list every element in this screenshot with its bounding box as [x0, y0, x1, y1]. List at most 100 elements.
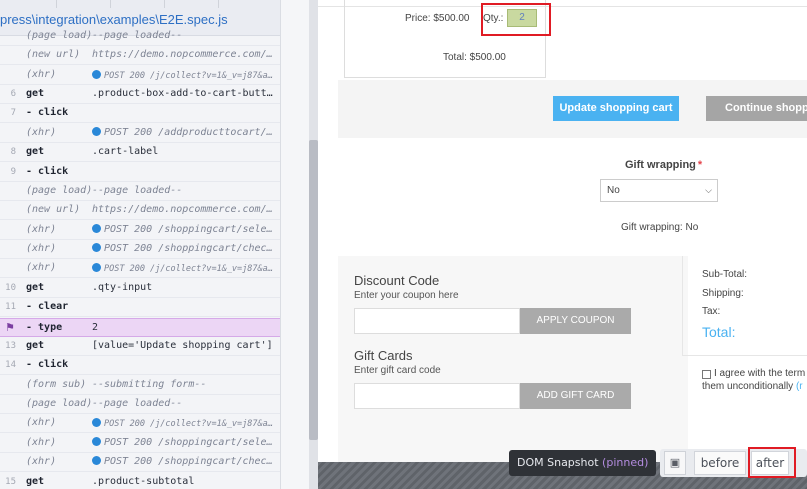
command-row[interactable]: (page load) --page loaded--: [0, 182, 280, 201]
command-row[interactable]: 13 get [value='Update shopping cart']: [0, 337, 280, 356]
command-name: (form sub): [26, 378, 87, 390]
command-name: get: [26, 281, 45, 293]
command-name: get: [26, 339, 45, 351]
snapshot-label-tip: [649, 460, 654, 470]
totals-divider: [682, 355, 807, 356]
command-row[interactable]: (xhr) POST 200 /addproducttocart/ca…: [0, 124, 280, 143]
command-message: --page loaded--: [92, 30, 182, 41]
xhr-status-dot-icon: [92, 263, 101, 273]
command-name: (page load): [26, 398, 93, 410]
command-row[interactable]: (new url) https://demo.nopcommerce.com/se…: [0, 46, 280, 66]
command-row[interactable]: 6 get .product-box-add-to-cart-button: [0, 85, 280, 105]
scrollbar-thumb[interactable]: [309, 140, 318, 440]
command-message-text: POST 200 /j/collect?v=1&_v=j87&a=3…: [104, 419, 278, 430]
command-message: .product-subtotal: [92, 476, 194, 487]
command-message-text: --submitting form--: [92, 378, 207, 390]
command-row-pinned[interactable]: ⚑ - type 2: [0, 317, 280, 337]
apply-coupon-button[interactable]: APPLY COUPON: [520, 308, 631, 334]
terms-text-continued: them unconditionally (r: [702, 381, 803, 392]
command-message: POST 200 /shoppingcart/select…: [92, 436, 278, 448]
update-cart-button[interactable]: Update shopping cart: [553, 96, 679, 121]
command-message: POST 200 /j/collect?v=1&_v=j87&a=1…: [92, 263, 278, 274]
command-name: get: [26, 475, 45, 487]
command-row[interactable]: 11 - clear: [0, 298, 280, 318]
command-row[interactable]: 15 get .product-subtotal: [0, 473, 280, 489]
snapshot-before-button[interactable]: before: [694, 451, 746, 475]
unit-price: Price: $500.00: [405, 13, 470, 24]
command-message: --page loaded--: [92, 185, 182, 196]
command-message: https://demo.nopcommerce.com/se…: [92, 49, 278, 60]
xhr-status-dot-icon: [92, 436, 101, 446]
command-message-text: --page loaded--: [92, 30, 183, 41]
qty-highlight-box: [481, 3, 551, 36]
command-name: (xhr): [26, 223, 57, 235]
command-row[interactable]: (xhr) POST 200 /shoppingcart/checko…: [0, 453, 280, 473]
command-message: 2: [92, 322, 98, 333]
command-name: - click: [26, 165, 69, 177]
add-gift-card-button[interactable]: ADD GIFT CARD: [520, 383, 631, 409]
discount-title: Discount Code: [354, 273, 440, 288]
command-row[interactable]: (xhr) POST 200 /j/collect?v=1&_v=j87&a=3…: [0, 414, 280, 434]
command-message-text: POST 200 /shoppingcart/checko…: [104, 243, 278, 255]
command-message-text: --page loaded--: [92, 398, 183, 410]
command-name: (xhr): [26, 436, 57, 448]
command-row[interactable]: 9 - click: [0, 163, 280, 182]
command-row[interactable]: 8 get .cart-label: [0, 143, 280, 163]
continue-shopping-button[interactable]: Continue shopping: [706, 96, 807, 121]
picture-icon[interactable]: ▣: [664, 451, 686, 475]
command-name: - click: [26, 107, 69, 119]
command-message-text: .qty-input: [92, 281, 153, 293]
command-row[interactable]: (page load) --page loaded--: [0, 27, 280, 46]
spec-file-path[interactable]: press\integration\examples\E2E.spec.js: [0, 12, 228, 27]
after-highlight-box: [748, 447, 796, 478]
coupon-input[interactable]: [354, 308, 520, 334]
command-message: [value='Update shopping cart']: [92, 340, 273, 351]
command-message: POST 200 /j/collect?v=1&_v=j87&a=1…: [92, 69, 278, 81]
command-row[interactable]: (xhr) POST 200 /shoppingcart/select…: [0, 434, 280, 453]
command-row[interactable]: 14 - click: [0, 356, 280, 376]
command-number: 13: [5, 340, 16, 351]
command-message-text: [value='Update shopping cart']: [92, 339, 273, 351]
command-message: POST 200 /j/collect?v=1&_v=j87&a=3…: [92, 418, 278, 429]
tax-label: Tax:: [702, 306, 721, 317]
command-message: --submitting form--: [92, 379, 206, 390]
xhr-status-dot-icon: [92, 418, 101, 428]
command-message: POST 200 /shoppingcart/checko…: [92, 243, 278, 254]
terms-checkbox[interactable]: [702, 370, 711, 379]
command-row[interactable]: (xhr) POST 200 /j/collect?v=1&_v=j87&a=1…: [0, 66, 280, 85]
pin-icon: ⚑: [5, 320, 15, 334]
command-number: 6: [10, 89, 16, 100]
xhr-status-dot-icon: [92, 69, 101, 79]
chevron-down-icon: ⌵: [705, 185, 712, 195]
header-divider: [164, 0, 165, 8]
command-name: (xhr): [26, 126, 57, 138]
terms-read-link[interactable]: (r: [796, 381, 803, 392]
pinned-indicator: (pinned): [602, 456, 649, 469]
command-message-text: https://demo.nopcommerce.com/ca…: [92, 204, 278, 216]
command-name: - type: [26, 321, 63, 333]
gift-card-input[interactable]: [354, 383, 520, 409]
gift-wrapping-select[interactable]: No ⌵: [600, 179, 718, 202]
command-name: get: [26, 146, 45, 158]
discount-hint: Enter your coupon here: [354, 290, 459, 301]
command-name: (xhr): [26, 417, 57, 429]
gift-wrapping-summary: Gift wrapping: No: [621, 222, 699, 233]
command-name: (xhr): [26, 456, 57, 468]
command-message: .product-box-add-to-cart-button: [92, 88, 278, 99]
command-row[interactable]: (xhr) POST 200 /j/collect?v=1&_v=j87&a=1…: [0, 259, 280, 279]
required-mark: *: [697, 159, 703, 171]
terms-text-prefix: them unconditionally: [702, 381, 796, 392]
dom-snapshot-label: DOM Snapshot (pinned): [509, 450, 657, 476]
shipping-label: Shipping:: [702, 288, 744, 299]
command-row[interactable]: 7 - click: [0, 104, 280, 124]
command-message: --page loaded--: [92, 398, 182, 409]
command-row[interactable]: (xhr) POST 200 /shoppingcart/checko…: [0, 240, 280, 260]
command-number: 14: [5, 360, 16, 371]
command-row[interactable]: 10 get .qty-input: [0, 279, 280, 298]
command-row[interactable]: (form sub) --submitting form--: [0, 376, 280, 395]
command-message-text: .product-box-add-to-cart-button: [92, 88, 278, 100]
command-row[interactable]: (page load) --page loaded--: [0, 395, 280, 415]
command-name: get: [26, 88, 45, 100]
command-row[interactable]: (new url) https://demo.nopcommerce.com/ca…: [0, 201, 280, 221]
command-row[interactable]: (xhr) POST 200 /shoppingcart/select…: [0, 221, 280, 240]
